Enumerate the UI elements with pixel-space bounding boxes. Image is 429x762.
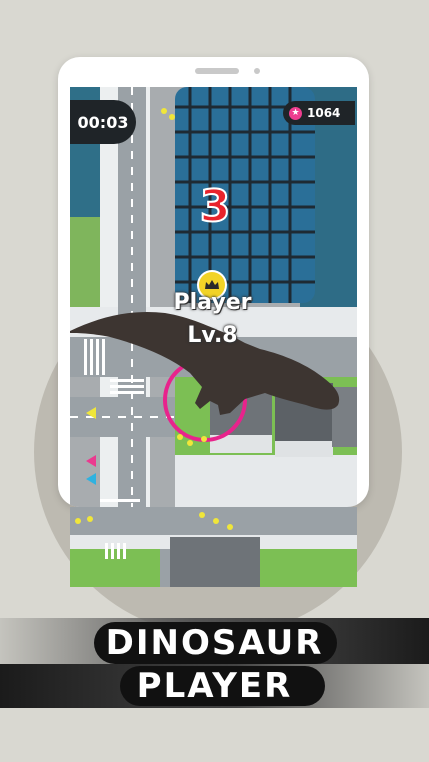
title-line-1: DINOSAUR — [105, 623, 324, 663]
map-continuation — [70, 507, 357, 587]
timer-display: 00:03 — [70, 100, 136, 144]
player-level: Lv.8 — [187, 323, 238, 348]
score-value: 1064 — [307, 106, 341, 120]
score-display: ★ 1064 — [283, 101, 355, 125]
star-icon: ★ — [289, 106, 302, 120]
countdown-number: 3 — [199, 181, 232, 233]
player-name: Player — [173, 290, 252, 315]
phone-speaker — [195, 68, 239, 74]
title-line-2: PLAYER — [136, 666, 293, 706]
phone-camera — [254, 68, 260, 74]
city-map-lower — [70, 507, 357, 587]
